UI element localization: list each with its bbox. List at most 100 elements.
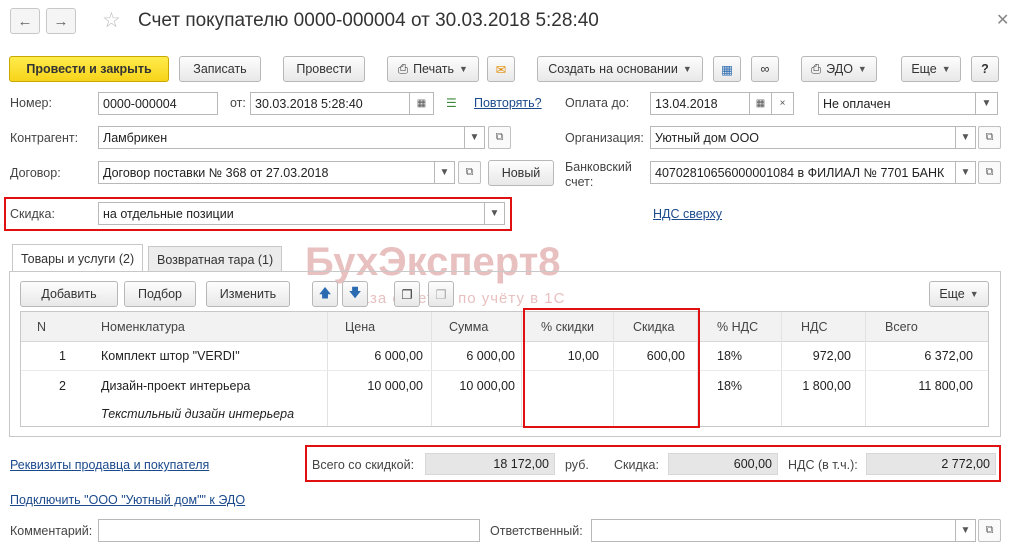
calendar-icon[interactable]: ▦ [410, 92, 434, 115]
save-button[interactable]: Записать [179, 56, 261, 82]
col-vat-pct-header[interactable]: % НДС [717, 312, 758, 342]
open-counterparty-button[interactable]: ⧉ [488, 126, 511, 149]
col-price-header[interactable]: Цена [345, 312, 375, 342]
help-button[interactable]: ? [971, 56, 999, 82]
move-down-button[interactable]: 🡇 [342, 281, 368, 307]
tab-returnable-packaging[interactable]: Возвратная тара (1) [148, 246, 283, 272]
arrow-right-icon: → [53, 12, 69, 30]
responsible-field[interactable] [591, 519, 956, 542]
cell-nomenclature-description: Текстильный дизайн интерьера [101, 407, 295, 421]
open-bank-account-button[interactable]: ⧉ [978, 161, 1001, 184]
bank-account-field[interactable]: 40702810656000001084 в ФИЛИАЛ № 7701 БАН… [650, 161, 956, 184]
comment-field[interactable] [98, 519, 480, 542]
chevron-down-icon: ▼ [969, 289, 979, 299]
contract-label: Договор: [10, 166, 61, 180]
goods-table: N Номенклатура Цена Сумма % скидки Скидк… [20, 311, 989, 427]
col-n-header[interactable]: N [37, 312, 46, 342]
table-more-button[interactable]: Еще ▼ [929, 281, 989, 307]
cell-vat-pct: 18% [717, 349, 743, 363]
new-contract-button[interactable]: Новый [488, 160, 554, 186]
back-button[interactable]: ← [10, 8, 40, 34]
paperclip-icon: ∞ [760, 62, 770, 76]
cell-nomenclature: Комплект штор "VERDI" [101, 349, 240, 363]
cell-price: 10 000,00 [367, 379, 423, 393]
move-up-button[interactable]: 🡅 [312, 281, 338, 307]
connect-edo-link[interactable]: Подключить "ООО "Уютный дом"" к ЭДО [10, 493, 245, 507]
currency-label: руб. [565, 458, 589, 472]
cell-vat: 1 800,00 [802, 379, 851, 393]
open-contract-button[interactable]: ⧉ [458, 161, 481, 184]
close-icon[interactable]: ✕ [996, 10, 1009, 30]
copy-rows-button[interactable]: ❐ [394, 281, 420, 307]
chevron-down-icon: ▼ [682, 64, 692, 74]
arrow-down-icon: 🡇 [348, 285, 362, 300]
open-link-icon: ⧉ [985, 524, 994, 536]
table-row[interactable]: 1 Комплект штор "VERDI" 6 000,00 6 000,0… [21, 342, 988, 371]
chevron-down-icon: ▼ [941, 64, 951, 74]
more-button[interactable]: Еще ▼ [901, 56, 961, 82]
paste-rows-button[interactable]: ❐ [428, 281, 454, 307]
chevron-down-icon[interactable]: ▼ [485, 202, 505, 225]
pay-status-field[interactable]: Не оплачен [818, 92, 976, 115]
edo-icon: ⎙ [811, 61, 822, 76]
total-vat-value: 2 772,00 [866, 453, 996, 475]
bank-account-label: Банковский счет: [565, 160, 632, 190]
create-based-on-button[interactable]: Создать на основании ▼ [537, 56, 703, 82]
open-link-icon: ⧉ [465, 166, 474, 178]
col-vat-header[interactable]: НДС [801, 312, 828, 342]
chevron-down-icon[interactable]: ▼ [465, 126, 485, 149]
table-row[interactable]: 2 Дизайн-проект интерьера Текстильный ди… [21, 372, 988, 426]
organization-field[interactable]: Уютный дом ООО [650, 126, 956, 149]
chevron-down-icon[interactable]: ▼ [976, 92, 998, 115]
favorite-star-icon[interactable]: ☆ [102, 8, 121, 34]
select-button[interactable]: Подбор [124, 281, 196, 307]
chevron-down-icon[interactable]: ▼ [956, 519, 976, 542]
print-button[interactable]: ⎙ Печать ▼ [387, 56, 479, 82]
requisites-link[interactable]: Реквизиты продавца и покупателя [10, 458, 209, 472]
edo-button[interactable]: ⎙ ЭДО ▼ [801, 56, 877, 82]
post-button[interactable]: Провести [283, 56, 365, 82]
post-and-close-button[interactable]: Провести и закрыть [9, 56, 169, 82]
chevron-down-icon[interactable]: ▼ [956, 126, 976, 149]
col-nomenclature-header[interactable]: Номенклатура [101, 312, 185, 342]
add-row-button[interactable]: Добавить [20, 281, 118, 307]
edo-label: ЭДО [826, 62, 853, 76]
total-discount-value: 600,00 [668, 453, 778, 475]
email-button[interactable]: ✉ [487, 56, 515, 82]
chevron-down-icon[interactable]: ▼ [435, 161, 455, 184]
cell-vat-pct: 18% [717, 379, 743, 393]
repeat-link[interactable]: Повторять? [474, 96, 542, 110]
cell-vat: 972,00 [812, 349, 851, 363]
vat-on-top-link[interactable]: НДС сверху [653, 207, 722, 221]
calendar-icon[interactable]: ▦ [750, 92, 772, 115]
counterparty-field[interactable]: Ламбрикен [98, 126, 465, 149]
discount-field[interactable]: на отдельные позиции [98, 202, 485, 225]
tab-goods-services[interactable]: Товары и услуги (2) [12, 244, 144, 272]
copy-icon: ❐ [401, 287, 413, 302]
col-sum-header[interactable]: Сумма [449, 312, 488, 342]
forward-button[interactable]: → [46, 8, 76, 34]
print-label: Печать [413, 62, 455, 76]
table-more-label: Еще [939, 287, 965, 301]
date-field[interactable]: 30.03.2018 5:28:40 [250, 92, 410, 115]
chevron-down-icon: ▼ [857, 64, 867, 74]
total-vat-label: НДС (в т.ч.): [788, 458, 858, 472]
repeat-icon: ☰ [446, 96, 457, 110]
open-responsible-button[interactable]: ⧉ [978, 519, 1001, 542]
attach-file-button[interactable]: ∞ [751, 56, 779, 82]
chevron-down-icon[interactable]: ▼ [956, 161, 976, 184]
paste-icon: ❐ [435, 287, 447, 302]
open-organization-button[interactable]: ⧉ [978, 126, 1001, 149]
cell-nomenclature: Дизайн-проект интерьера [101, 379, 251, 393]
clear-icon[interactable]: × [772, 92, 794, 115]
change-button[interactable]: Изменить [206, 281, 290, 307]
col-total-header[interactable]: Всего [885, 312, 918, 342]
bank-label-line1: Банковский [565, 160, 632, 174]
pay-until-field[interactable]: 13.04.2018 [650, 92, 750, 115]
contract-field[interactable]: Договор поставки № 368 от 27.03.2018 [98, 161, 435, 184]
number-field[interactable]: 0000-000004 [98, 92, 218, 115]
cell-n: 2 [59, 379, 66, 393]
hierarchy-icon: ▦ [721, 62, 733, 77]
cell-total: 6 372,00 [924, 349, 973, 363]
structure-button[interactable]: ▦ [713, 56, 741, 82]
